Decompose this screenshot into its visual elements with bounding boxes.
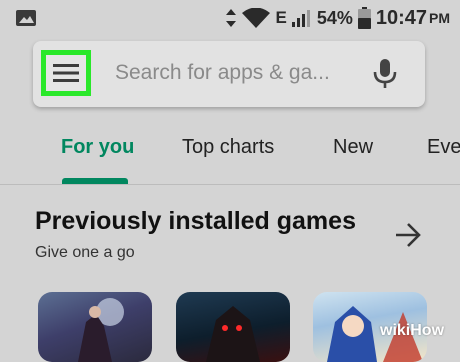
tab-divider	[0, 184, 460, 185]
battery-icon	[357, 7, 371, 29]
search-input[interactable]: Search for apps & ga...	[115, 61, 330, 85]
hamburger-menu-icon	[53, 64, 79, 82]
tab-new[interactable]: New	[333, 136, 373, 159]
menu-button-inner	[46, 55, 86, 91]
menu-button[interactable]	[41, 50, 91, 96]
watermark-how: How	[410, 322, 445, 339]
section-title: Previously installed games	[35, 207, 356, 235]
game-card[interactable]	[176, 292, 290, 362]
status-bar: E 54% 10:47 PM	[0, 0, 460, 34]
tab-for-you[interactable]: For you	[61, 136, 134, 159]
tab-events[interactable]: Eve	[427, 136, 460, 159]
signal-icon	[291, 10, 310, 27]
microphone-icon[interactable]	[371, 59, 399, 89]
game-thumbnail	[78, 298, 124, 362]
network-type: E	[275, 8, 287, 27]
section-subtitle: Give one a go	[35, 244, 135, 261]
arrow-right-icon[interactable]	[394, 222, 422, 248]
game-card[interactable]	[38, 292, 152, 362]
wifi-icon	[242, 8, 271, 28]
image-icon	[16, 10, 36, 26]
clock: 10:47	[375, 6, 427, 29]
watermark: wikiHow	[380, 322, 444, 340]
watermark-wiki: wiki	[380, 322, 411, 339]
search-bar[interactable]: Search for apps & ga...	[33, 41, 425, 107]
tab-top-charts[interactable]: Top charts	[182, 136, 274, 159]
data-arrows-icon	[226, 9, 237, 27]
tab-bar: For you Top charts New Eve	[0, 126, 460, 184]
game-thumbnail	[206, 306, 260, 362]
battery-percent: 54%	[316, 7, 353, 28]
clock-ampm: PM	[429, 10, 450, 26]
